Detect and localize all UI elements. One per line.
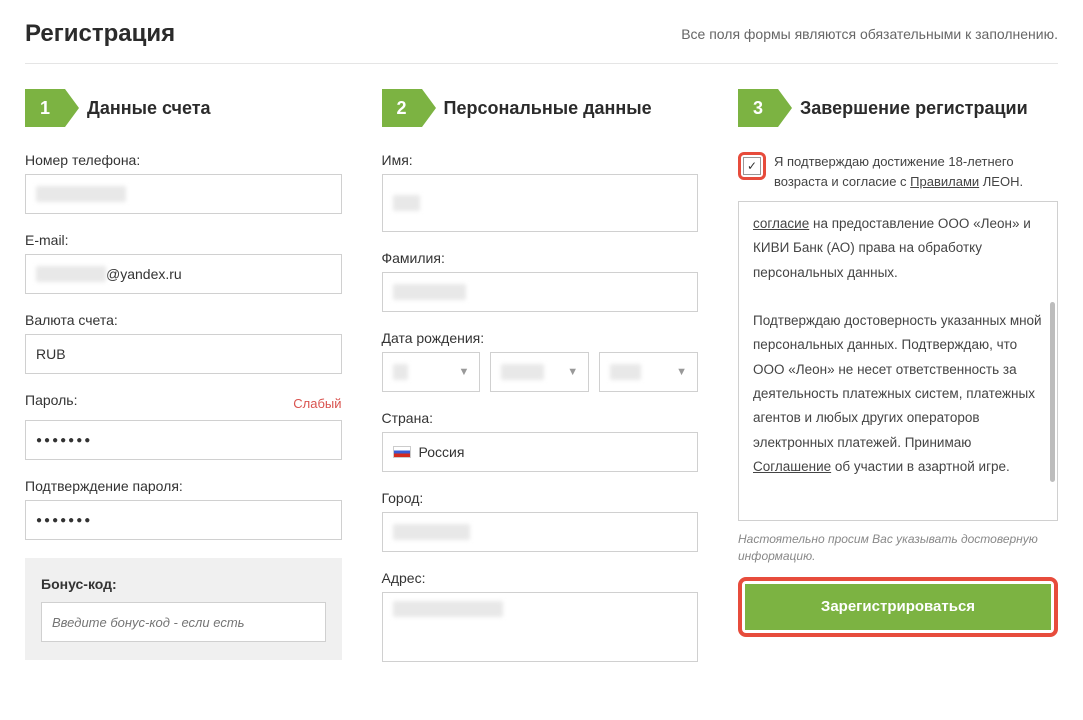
step1-number: 1 bbox=[25, 89, 65, 127]
required-note: Все поля формы являются обязательными к … bbox=[681, 26, 1058, 42]
name-field: Имя: Имя bbox=[382, 152, 699, 232]
dob-year-select[interactable]: 0000▼ bbox=[599, 352, 698, 392]
step3-title: Завершение регистрации bbox=[800, 98, 1028, 119]
email-input[interactable]: xxxxxxxxxx@yandex.ru bbox=[25, 254, 342, 294]
country-label: Страна: bbox=[382, 410, 699, 426]
surname-label: Фамилия: bbox=[382, 250, 699, 266]
confirm-password-input[interactable]: ●●●●●●● bbox=[25, 500, 342, 540]
page-title: Регистрация bbox=[25, 20, 175, 48]
city-field: Город: Город город bbox=[382, 490, 699, 552]
country-select[interactable]: Россия bbox=[382, 432, 699, 472]
step3-column: 3 Завершение регистрации ✓ Я подтверждаю… bbox=[738, 89, 1058, 680]
bonus-box: Бонус-код: bbox=[25, 558, 342, 660]
agree-checkbox[interactable]: ✓ bbox=[743, 157, 761, 175]
currency-label: Валюта счета: bbox=[25, 312, 342, 328]
dob-field: Дата рождения: 00▼ Месяц▼ 0000▼ bbox=[382, 330, 699, 392]
bonus-label: Бонус-код: bbox=[41, 576, 326, 592]
dob-month-select[interactable]: Месяц▼ bbox=[490, 352, 589, 392]
city-input[interactable]: Город город bbox=[382, 512, 699, 552]
password-field: Пароль: Слабый ●●●●●●● bbox=[25, 392, 342, 460]
agreement-link[interactable]: Соглашение bbox=[753, 459, 831, 474]
step1-column: 1 Данные счета Номер телефона: +7 999 99… bbox=[25, 89, 342, 680]
step2-number: 2 bbox=[382, 89, 422, 127]
step2-header: 2 Персональные данные bbox=[382, 89, 699, 127]
password-label: Пароль: bbox=[25, 392, 77, 408]
page-header: Регистрация Все поля формы являются обяз… bbox=[25, 20, 1058, 64]
step2-title: Персональные данные bbox=[444, 98, 652, 119]
rules-link[interactable]: Правилами bbox=[910, 174, 979, 189]
password-input[interactable]: ●●●●●●● bbox=[25, 420, 342, 460]
step2-column: 2 Персональные данные Имя: Имя Фамилия: … bbox=[382, 89, 699, 680]
chevron-down-icon: ▼ bbox=[567, 366, 578, 378]
confirm-password-field: Подтверждение пароля: ●●●●●●● bbox=[25, 478, 342, 540]
chevron-down-icon: ▼ bbox=[458, 366, 469, 378]
step1-title: Данные счета bbox=[87, 98, 211, 119]
email-field: E-mail: xxxxxxxxxx@yandex.ru bbox=[25, 232, 342, 294]
dob-label: Дата рождения: bbox=[382, 330, 699, 346]
russia-flag-icon bbox=[393, 446, 411, 458]
address-label: Адрес: bbox=[382, 570, 699, 586]
surname-field: Фамилия: Фамилия Ф bbox=[382, 250, 699, 312]
submit-highlight: Зарегистрироваться bbox=[738, 577, 1058, 637]
password-strength: Слабый bbox=[293, 396, 341, 411]
currency-field: Валюта счета: RUB bbox=[25, 312, 342, 374]
step3-header: 3 Завершение регистрации bbox=[738, 89, 1058, 127]
country-field: Страна: Россия bbox=[382, 410, 699, 472]
phone-input[interactable]: +7 999 999 99 bbox=[25, 174, 342, 214]
confirm-password-label: Подтверждение пароля: bbox=[25, 478, 342, 494]
name-input[interactable]: Имя bbox=[382, 174, 699, 232]
consent-link[interactable]: согласие bbox=[753, 216, 809, 231]
agree-row: ✓ Я подтверждаю достижение 18-летнего во… bbox=[738, 152, 1058, 191]
step1-header: 1 Данные счета bbox=[25, 89, 342, 127]
dob-day-select[interactable]: 00▼ bbox=[382, 352, 481, 392]
city-label: Город: bbox=[382, 490, 699, 506]
terms-box[interactable]: согласие на предоставление ООО «Леон» и … bbox=[738, 201, 1058, 521]
bonus-input[interactable] bbox=[41, 602, 326, 642]
hint-text: Настоятельно просим Вас указывать достов… bbox=[738, 531, 1058, 565]
checkbox-highlight: ✓ bbox=[738, 152, 766, 180]
scrollbar-thumb[interactable] bbox=[1050, 302, 1055, 482]
email-label: E-mail: bbox=[25, 232, 342, 248]
submit-button[interactable]: Зарегистрироваться bbox=[745, 584, 1051, 630]
phone-label: Номер телефона: bbox=[25, 152, 342, 168]
surname-input[interactable]: Фамилия Ф bbox=[382, 272, 699, 312]
step3-number: 3 bbox=[738, 89, 778, 127]
address-input[interactable]: Адрес адрес адр bbox=[382, 592, 699, 662]
agree-text: Я подтверждаю достижение 18-летнего возр… bbox=[774, 152, 1058, 191]
phone-field: Номер телефона: +7 999 999 99 bbox=[25, 152, 342, 214]
form-columns: 1 Данные счета Номер телефона: +7 999 99… bbox=[25, 89, 1058, 680]
name-label: Имя: bbox=[382, 152, 699, 168]
email-suffix: @yandex.ru bbox=[106, 266, 182, 282]
currency-select[interactable]: RUB bbox=[25, 334, 342, 374]
chevron-down-icon: ▼ bbox=[676, 366, 687, 378]
address-field: Адрес: Адрес адрес адр bbox=[382, 570, 699, 662]
